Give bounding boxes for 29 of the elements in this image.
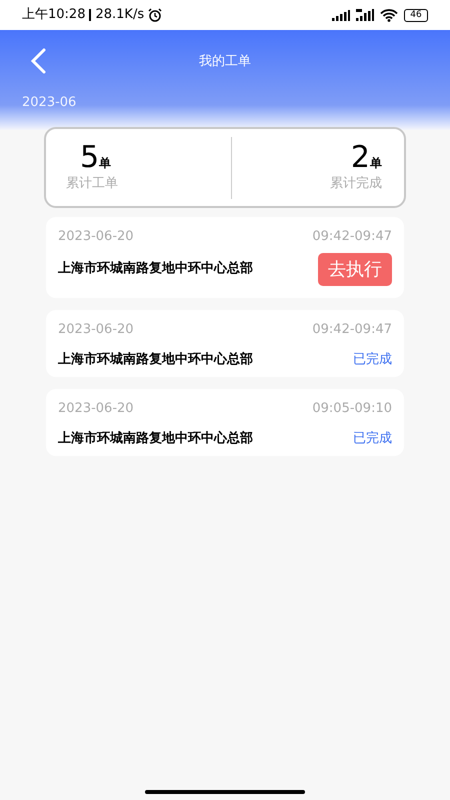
count-unit: 单 — [370, 154, 382, 172]
count-unit: 单 — [99, 154, 112, 172]
battery-icon: 46 — [404, 8, 428, 22]
order-time: 09:42-09:47 — [312, 321, 392, 339]
order-address: 上海市环城南路复地中环中心总部 — [58, 350, 253, 368]
order-address: 上海市环城南路复地中环中心总部 — [58, 260, 253, 278]
order-card[interactable]: 2023-06-20 09:05-09:10 上海市环城南路复地中环中心总部 已完成 — [46, 389, 404, 456]
count-value: 2 — [350, 142, 370, 174]
status-text: 已完成 — [353, 430, 392, 448]
order-address: 上海市环城南路复地中环中心总部 — [58, 430, 253, 448]
order-date: 2023-06-20 — [58, 400, 134, 418]
network-speed: 28.1K/s — [95, 6, 144, 24]
order-time: 09:42-09:47 — [312, 228, 392, 246]
wifi-icon — [380, 8, 398, 22]
order-time: 09:05-09:10 — [312, 400, 392, 418]
order-date: 2023-06-20 — [58, 321, 134, 339]
signal-icon — [356, 9, 374, 21]
alarm-icon — [148, 8, 162, 22]
order-date: 2023-06-20 — [58, 228, 134, 246]
signal-icon — [332, 10, 350, 20]
count-value: 5 — [80, 142, 100, 174]
order-card[interactable]: 2023-06-20 09:42-09:47 上海市环城南路复地中环中心总部 已完成 — [46, 310, 404, 377]
status-text: 已完成 — [353, 350, 392, 368]
page-title: 我的工单 — [199, 53, 251, 71]
count-label: 累计完成 — [330, 174, 382, 193]
clock-time: 上午10:28 — [22, 6, 86, 24]
month-label: 2023-06 — [22, 94, 76, 112]
count-label: 累计工单 — [66, 174, 118, 193]
order-card[interactable]: 2023-06-20 09:42-09:47 上海市环城南路复地中环中心总部 去执行 — [46, 217, 404, 298]
